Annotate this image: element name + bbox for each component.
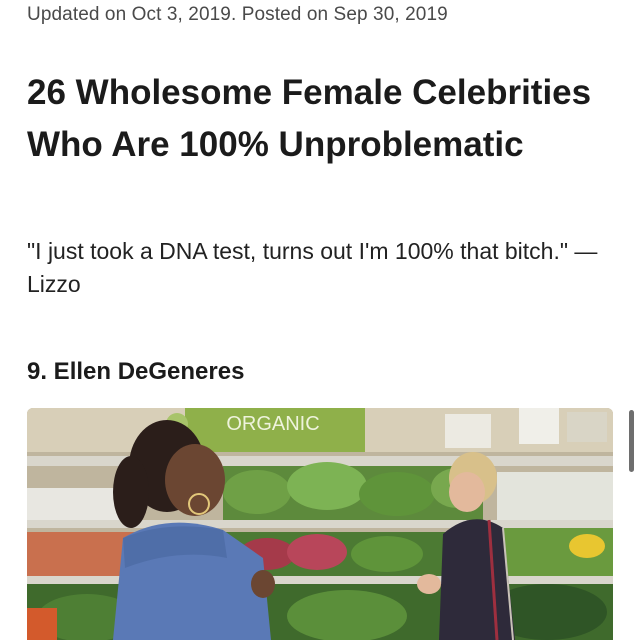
organic-sign-text: ORGANIC [226,413,319,435]
list-item-heading: 9. Ellen DeGeneres [27,358,245,385]
item-photo[interactable]: ORGANIC [27,408,613,640]
article-timestamp: Updated on Oct 3, 2019. Posted on Sep 30… [27,4,448,25]
article-title: 26 Wholesome Female Celebrities Who Are … [27,73,592,164]
page-scrollbar[interactable] [629,410,634,472]
article-dek: "I just took a DNA test, turns out I'm 1… [27,238,598,297]
